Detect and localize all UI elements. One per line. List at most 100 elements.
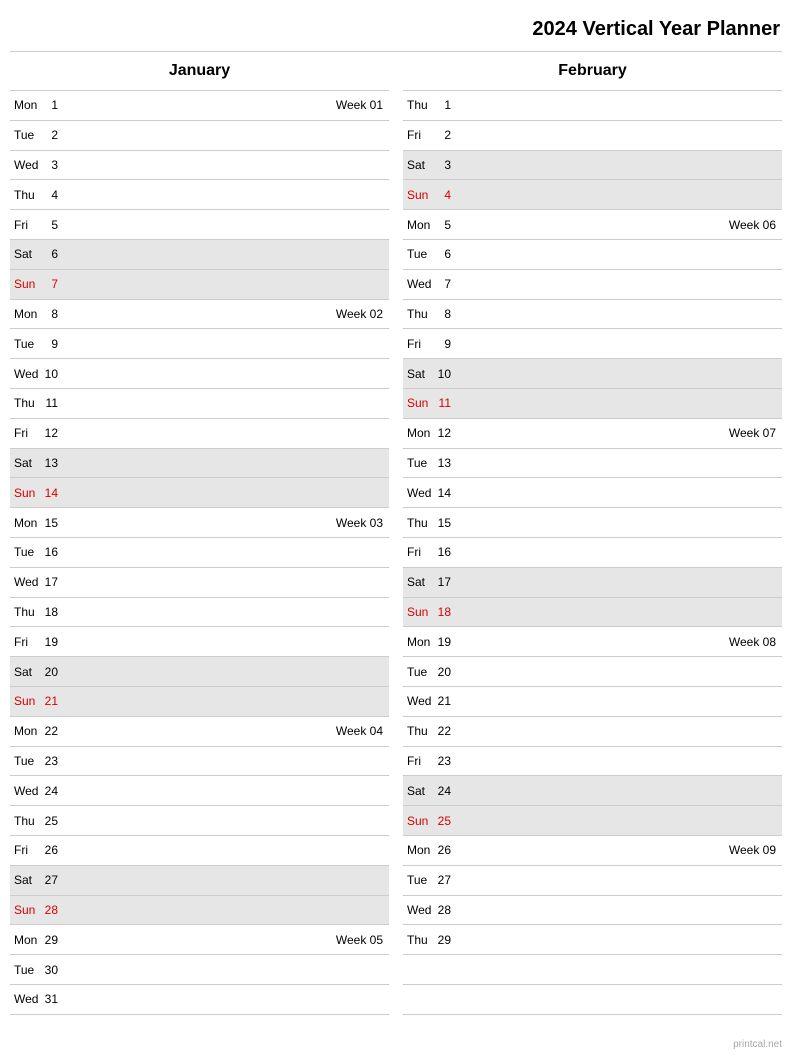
day-number: 20 — [42, 665, 60, 679]
day-label: Thu25 — [10, 814, 62, 828]
day-of-week: Thu — [14, 814, 42, 828]
day-label: Fri9 — [403, 337, 455, 351]
day-label: Mon19 — [403, 635, 455, 649]
month-rows: Thu1Fri2Sat3Sun4Mon5Week 06Tue6Wed7Thu8F… — [403, 91, 782, 1015]
day-note: Week 07 — [455, 426, 782, 440]
day-label: Fri23 — [403, 754, 455, 768]
day-of-week: Wed — [407, 903, 435, 917]
day-number: 4 — [435, 188, 453, 202]
day-number: 28 — [42, 903, 60, 917]
day-note: Week 01 — [62, 98, 389, 112]
day-of-week: Fri — [14, 843, 42, 857]
day-label: Sat10 — [403, 367, 455, 381]
day-row — [403, 955, 782, 985]
day-number: 27 — [435, 873, 453, 887]
day-row: Sat13 — [10, 449, 389, 479]
day-of-week: Sun — [14, 277, 42, 291]
day-row: Sun25 — [403, 806, 782, 836]
day-label: Mon22 — [10, 724, 62, 738]
day-of-week: Thu — [407, 516, 435, 530]
day-of-week: Tue — [14, 754, 42, 768]
day-row: Sun11 — [403, 389, 782, 419]
day-label: Fri5 — [10, 218, 62, 232]
day-of-week: Mon — [14, 307, 42, 321]
day-number: 18 — [42, 605, 60, 619]
day-row: Wed10 — [10, 359, 389, 389]
day-label: Fri2 — [403, 128, 455, 142]
day-label: Wed24 — [10, 784, 62, 798]
day-of-week: Thu — [14, 605, 42, 619]
month-column-february: February Thu1Fri2Sat3Sun4Mon5Week 06Tue6… — [403, 52, 782, 1015]
day-number: 11 — [435, 396, 453, 410]
day-row: Thu11 — [10, 389, 389, 419]
day-row: Thu1 — [403, 91, 782, 121]
day-label: Thu4 — [10, 188, 62, 202]
day-note: Week 09 — [455, 843, 782, 857]
day-of-week: Mon — [407, 635, 435, 649]
day-label: Wed17 — [10, 575, 62, 589]
day-of-week: Fri — [14, 635, 42, 649]
day-row: Wed28 — [403, 896, 782, 926]
day-number: 1 — [435, 98, 453, 112]
day-number: 27 — [42, 873, 60, 887]
day-label: Sun28 — [10, 903, 62, 917]
day-number: 16 — [435, 545, 453, 559]
day-label: Sun25 — [403, 814, 455, 828]
day-label: Thu1 — [403, 98, 455, 112]
day-row: Fri26 — [10, 836, 389, 866]
day-of-week: Fri — [14, 218, 42, 232]
day-note: Week 05 — [62, 933, 389, 947]
day-number: 26 — [435, 843, 453, 857]
day-row: Wed17 — [10, 568, 389, 598]
day-row: Thu15 — [403, 508, 782, 538]
day-of-week: Tue — [14, 963, 42, 977]
day-number: 9 — [435, 337, 453, 351]
day-of-week: Sun — [14, 694, 42, 708]
day-number: 6 — [435, 247, 453, 261]
day-row: Tue16 — [10, 538, 389, 568]
day-number: 23 — [42, 754, 60, 768]
day-number: 23 — [435, 754, 453, 768]
day-note: Week 06 — [455, 218, 782, 232]
day-of-week: Sun — [407, 188, 435, 202]
day-row: Thu4 — [10, 180, 389, 210]
day-row: Wed14 — [403, 478, 782, 508]
day-row: Fri9 — [403, 329, 782, 359]
day-row: Wed31 — [10, 985, 389, 1015]
day-label: Thu22 — [403, 724, 455, 738]
day-row: Sun18 — [403, 598, 782, 628]
day-label: Mon8 — [10, 307, 62, 321]
day-row: Fri2 — [403, 121, 782, 151]
day-row: Tue13 — [403, 449, 782, 479]
day-label: Sat6 — [10, 247, 62, 261]
day-of-week: Mon — [14, 933, 42, 947]
day-row: Tue27 — [403, 866, 782, 896]
day-number: 28 — [435, 903, 453, 917]
day-row: Sat6 — [10, 240, 389, 270]
day-label: Sat17 — [403, 575, 455, 589]
day-number: 7 — [435, 277, 453, 291]
day-label: Sun11 — [403, 396, 455, 410]
day-row: Fri12 — [10, 419, 389, 449]
day-label: Wed28 — [403, 903, 455, 917]
day-number: 12 — [435, 426, 453, 440]
day-of-week: Sat — [14, 873, 42, 887]
day-label: Tue13 — [403, 456, 455, 470]
day-number: 5 — [42, 218, 60, 232]
day-row: Mon22Week 04 — [10, 717, 389, 747]
day-of-week: Tue — [407, 247, 435, 261]
day-number: 15 — [42, 516, 60, 530]
day-of-week: Sun — [407, 814, 435, 828]
day-row: Mon8Week 02 — [10, 300, 389, 330]
day-of-week: Sun — [14, 486, 42, 500]
day-of-week: Wed — [407, 694, 435, 708]
day-of-week: Fri — [14, 426, 42, 440]
page-title: 2024 Vertical Year Planner — [10, 12, 782, 52]
day-number: 14 — [42, 486, 60, 500]
day-of-week: Sun — [407, 396, 435, 410]
day-label: Wed14 — [403, 486, 455, 500]
day-row: Mon19Week 08 — [403, 627, 782, 657]
day-number: 7 — [42, 277, 60, 291]
day-label: Tue16 — [10, 545, 62, 559]
day-of-week: Sat — [407, 784, 435, 798]
